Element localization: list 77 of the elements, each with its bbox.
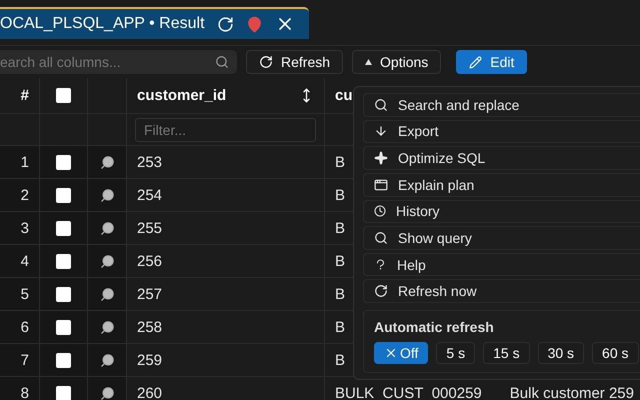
inspect-icon[interactable] [100,352,114,368]
row-number: 4 [20,252,29,270]
clock-icon [374,205,386,218]
search-icon [215,55,229,69]
table-cell: B [335,352,346,368]
table-cell: BULK_CUST_000259 [335,384,482,400]
menu-item[interactable]: Refresh now [363,279,640,303]
result-tab[interactable]: OCAL_PLSQL_APP • Result [0,7,309,39]
interval-option[interactable]: 15 s [483,342,530,364]
table-cell: B [335,286,346,302]
filter-field[interactable]: Filter... [135,118,316,142]
inspect-icon[interactable] [100,254,114,268]
options-button[interactable]: Options [352,50,442,74]
table-cell: B [335,318,346,336]
menu-item[interactable]: Search and replace [363,93,640,117]
table-cell: 258 [137,318,162,336]
row-checkbox[interactable] [56,320,71,334]
help-icon [374,258,387,272]
row-number: 7 [20,352,29,368]
interval-option[interactable]: Off [374,342,428,364]
row-checkbox[interactable] [56,286,71,302]
column-header: # [0,78,40,114]
table-cell: 259 [137,352,162,368]
refresh-icon[interactable] [216,16,234,32]
row-checkbox[interactable] [56,254,71,268]
table-cell: 253 [137,154,162,170]
menu-item[interactable]: Explain plan [363,172,640,196]
table-cell: B [335,154,346,170]
menu-item[interactable]: Show query [363,226,640,250]
inspect-icon[interactable] [100,220,114,236]
table-cell: 255 [137,220,162,236]
table-cell: B [335,252,346,270]
refresh-icon [374,284,388,298]
inspect-icon[interactable] [100,286,114,302]
column-header[interactable]: customer_id [127,78,325,114]
search-field[interactable]: earch all columns... [0,50,237,74]
row-checkbox[interactable] [56,386,71,400]
menu-item[interactable]: History [363,200,640,224]
row-number: 3 [20,220,29,236]
menu-item[interactable]: Help [363,252,640,276]
row-number: 1 [20,154,29,170]
table-cell: 260 [137,384,162,400]
inspect-icon[interactable] [100,386,114,400]
refresh-icon [259,55,273,69]
row-number: 8 [20,384,29,400]
edit-button[interactable]: Edit [456,50,528,74]
row-number: 2 [20,186,29,204]
table-cell: B [335,186,346,204]
row-number: 6 [20,318,29,336]
interval-option[interactable]: 5 s [436,342,476,364]
table-cell: B [335,220,346,236]
row-checkbox[interactable] [56,188,71,202]
inspect-icon[interactable] [100,320,114,334]
menu-item[interactable]: Optimize SQL [363,146,640,170]
row-number: 5 [20,286,29,302]
window-icon [374,178,388,192]
search-icon [374,230,388,245]
table-cell: Bulk customer 259 [510,384,634,400]
table-cell: 256 [137,252,162,270]
menu-item[interactable]: Export [363,120,640,144]
pencil-icon [469,56,482,68]
triangle-up-icon [365,59,372,65]
refresh-button[interactable]: Refresh [246,50,344,74]
table-cell: 254 [137,186,162,204]
x-icon [384,346,398,360]
search-icon [374,98,388,112]
inspect-icon[interactable] [100,154,114,170]
row-checkbox[interactable] [56,220,71,236]
row-checkbox[interactable] [56,154,71,170]
sparkle-icon [374,151,388,166]
interval-option[interactable]: 30 s [538,342,584,364]
select-all-checkbox[interactable] [56,88,71,103]
interval-option[interactable]: 60 s [592,342,639,364]
inspect-icon[interactable] [100,188,114,202]
section-title: Automatic refresh [374,319,495,335]
row-checkbox[interactable] [56,352,71,368]
table-cell: 257 [137,286,162,302]
